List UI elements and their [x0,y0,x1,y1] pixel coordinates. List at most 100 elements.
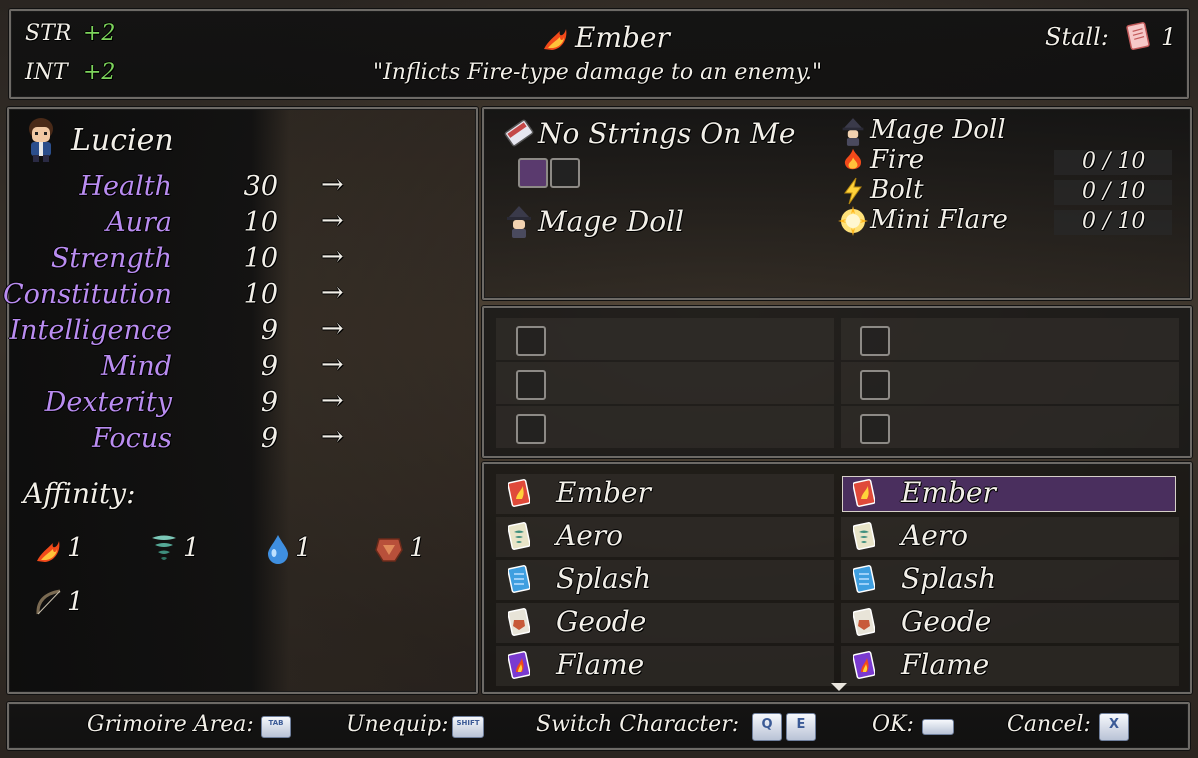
equip-checkbox[interactable] [860,326,890,356]
scroll-row-selected[interactable] [842,476,1176,512]
stall-count: 1 [1161,23,1177,51]
equip-slot-row[interactable] [496,318,834,360]
scroll-name: Aero [901,519,969,552]
skill-info-bar: STR +2 INT +2 Ember "Inflicts Fire-type … [9,9,1189,99]
ember-scroll-icon [508,479,530,507]
wind-icon [152,535,176,560]
scroll-row[interactable] [496,517,834,557]
stat-value: 9 [260,315,278,346]
stat-label: Mind [101,351,172,382]
stall-label: Stall: [1045,23,1109,51]
shift-key[interactable]: SHIFT [452,716,484,738]
stat-value: 10 [243,243,278,274]
stat-arrow: → [321,169,344,200]
int-bonus: +2 [83,60,116,85]
splash-scroll-icon [508,565,530,593]
affinity-heading: Affinity: [23,477,136,510]
stat-arrow: → [321,385,344,416]
tab-key[interactable]: TAB [261,716,291,738]
scroll-row[interactable] [841,646,1179,686]
character-panel: Lucien Health 30 → Aura 10 → Strength 10… [3,107,478,694]
grimoire-title: No Strings On Me [538,117,796,150]
equip-checkbox[interactable] [516,326,546,356]
equip-checkbox[interactable] [516,370,546,400]
spell-name: Fire [870,145,925,175]
space-key[interactable] [922,719,954,735]
scroll-list-panel: Ember Aero Splash Geode Flame Ember Aero… [482,462,1192,694]
spell-name: Bolt [870,175,924,205]
help-ok-label: OK: [872,712,914,737]
scroll-row[interactable] [841,560,1179,600]
stat-label: Focus [92,423,172,454]
geode-scroll-icon [508,608,530,636]
scroll-row[interactable] [841,517,1179,557]
doll-name: Mage Doll [538,205,684,238]
scroll-row[interactable] [496,603,834,643]
affinity-value: 1 [295,533,312,563]
stat-label: Health [79,171,173,202]
flame-scroll-icon [853,651,875,679]
stat-label: Strength [50,243,172,274]
equip-slot-row[interactable] [841,362,1179,404]
scroll-name: Aero [556,519,624,552]
stat-label: Dexterity [44,387,172,418]
stat-label: Aura [106,207,172,238]
equip-slot-row[interactable] [496,362,834,404]
grimoire-panel: No Strings On Me Mage Doll Mage Doll Fir… [482,107,1192,300]
scroll-row[interactable] [496,474,834,514]
stat-arrow: → [321,349,344,380]
e-key[interactable]: E [786,713,816,741]
x-key[interactable]: X [1099,713,1129,741]
stat-value: 9 [260,351,278,382]
int-label: INT [25,60,68,85]
str-label: STR [25,21,72,46]
equip-slot-row[interactable] [841,406,1179,448]
geode-scroll-icon [853,608,875,636]
right-doll-name: Mage Doll [870,115,1006,145]
help-unequip-label: Unequip: [346,712,449,737]
scroll-name: Splash [901,562,997,595]
affinity-value: 1 [67,533,84,563]
equip-checkbox[interactable] [516,414,546,444]
stat-label: Intelligence [9,315,172,346]
stat-arrow: → [321,241,344,272]
mage-doll-icon [842,118,864,146]
help-grimoire-label: Grimoire Area: [87,712,254,737]
equip-checkbox[interactable] [860,370,890,400]
grimoire-slot-empty[interactable] [550,158,580,188]
stat-value: 9 [260,387,278,418]
fire-icon [37,541,60,562]
help-switch-label: Switch Character: [536,712,740,737]
stat-value: 9 [260,423,278,454]
scroll-row[interactable] [496,560,834,600]
equip-slot-row[interactable] [496,406,834,448]
stat-arrow: → [321,421,344,452]
scroll-icon [1126,22,1150,50]
affinity-value: 1 [409,533,426,563]
spell-progress: 0 / 10 [1082,179,1146,204]
grimoire-slot-filled[interactable] [518,158,548,188]
aero-scroll-icon [508,522,530,550]
scroll-row[interactable] [841,603,1179,643]
help-bar: Grimoire Area: TAB Unequip: SHIFT Switch… [7,702,1190,750]
scroll-name: Flame [556,648,645,681]
spell-progress: 0 / 10 [1082,209,1146,234]
str-bonus: +2 [83,21,116,46]
stat-value: 30 [243,171,278,202]
scroll-name: Geode [556,605,647,638]
q-key[interactable]: Q [752,713,782,741]
equip-slots-panel [482,306,1192,458]
scroll-row[interactable] [496,646,834,686]
scroll-name: Flame [901,648,990,681]
flame-scroll-icon [508,651,530,679]
spell-name: Mini Flare [870,205,1008,235]
skill-description: "Inflicts Fire-type damage to an enemy." [373,60,823,85]
equip-slot-row[interactable] [841,318,1179,360]
scroll-down-icon[interactable] [830,682,848,692]
stat-label: Constitution [2,279,172,310]
bolt-icon [844,177,862,205]
character-portrait [29,118,53,162]
affinity-value: 1 [183,533,200,563]
equip-checkbox[interactable] [860,414,890,444]
character-name: Lucien [71,123,174,158]
